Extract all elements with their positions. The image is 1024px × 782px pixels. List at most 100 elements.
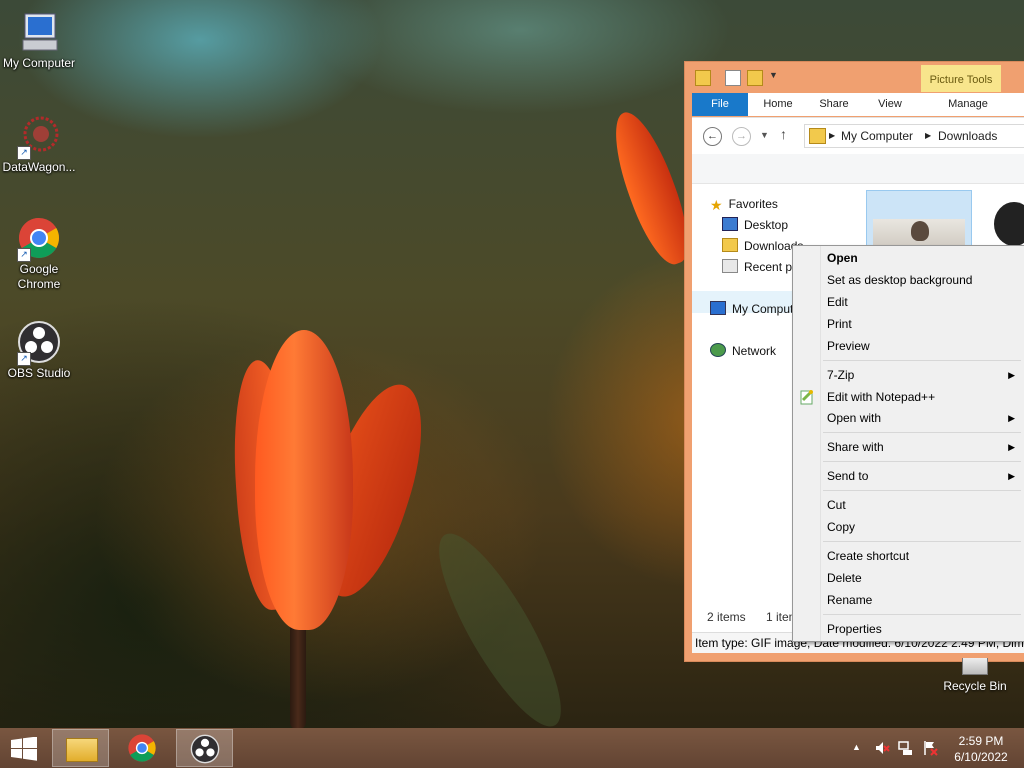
nav-label: Desktop xyxy=(744,218,789,232)
nav-network[interactable]: Network xyxy=(710,342,776,360)
menu-item-share-with[interactable]: Share with ▶ xyxy=(793,436,1024,458)
tab-home[interactable]: Home xyxy=(754,93,802,116)
taskbar-google-chrome[interactable] xyxy=(114,729,171,767)
forward-arrow-icon[interactable]: → xyxy=(732,127,751,146)
menu-label: Set as desktop background xyxy=(827,273,973,287)
nav-desktop[interactable]: Desktop xyxy=(722,216,788,234)
menu-label: Preview xyxy=(827,339,870,353)
folder-icon xyxy=(809,128,826,144)
computer-icon xyxy=(17,10,61,54)
new-folder-icon[interactable] xyxy=(747,70,763,86)
chrome-icon xyxy=(128,734,156,762)
breadcrumb-separator-icon: ▶ xyxy=(925,131,932,140)
shortcut-arrow-icon: ↗ xyxy=(17,248,31,262)
desktop-icon-label: Recycle Bin xyxy=(943,679,1007,693)
notepad-plus-plus-icon xyxy=(799,389,815,405)
menu-item-open-with[interactable]: Open with ▶ xyxy=(793,407,1024,429)
menu-item-copy[interactable]: Copy xyxy=(793,516,1024,538)
nav-label: Network xyxy=(732,344,777,358)
start-button[interactable] xyxy=(10,736,38,761)
taskbar-file-explorer[interactable] xyxy=(52,729,109,767)
menu-item-edit-notepad-plus-plus[interactable]: Edit with Notepad++ xyxy=(793,386,1024,408)
menu-item-open[interactable]: Open xyxy=(793,247,1024,269)
menu-separator xyxy=(823,614,1021,615)
item-count: 2 items xyxy=(707,610,746,624)
back-arrow-icon[interactable]: ← xyxy=(703,127,722,146)
taskbar-obs-studio[interactable] xyxy=(176,729,233,767)
shortcut-arrow-icon: ↗ xyxy=(17,352,31,366)
action-center-flag-icon[interactable] xyxy=(922,740,938,756)
chevron-down-icon[interactable]: ▼ xyxy=(769,70,783,84)
address-row: ← → ▼ ↑ ▶ My Computer ▶ Downloads xyxy=(692,117,1024,154)
shortcut-arrow-icon: ↗ xyxy=(17,146,31,160)
nav-label: Favorites xyxy=(728,197,778,211)
menu-separator xyxy=(823,360,1021,361)
menu-label: Edit xyxy=(827,295,848,309)
network-icon xyxy=(710,343,726,357)
menu-separator xyxy=(823,541,1021,542)
breadcrumb-separator-icon: ▶ xyxy=(829,131,836,140)
desktop-icon-label: Google Chrome xyxy=(17,262,61,291)
desktop-icon-obs-studio[interactable]: ↗ OBS Studio xyxy=(1,320,77,381)
command-bar xyxy=(692,154,1024,184)
picture-tools-tab: Picture Tools xyxy=(921,65,1001,92)
properties-icon[interactable] xyxy=(725,70,741,86)
desktop-icon-label: My Computer xyxy=(2,56,76,70)
tab-manage[interactable]: Manage xyxy=(928,93,1008,116)
menu-label: Properties xyxy=(827,622,882,636)
context-menu: Open Set as desktop background Edit Prin… xyxy=(792,245,1024,642)
desktop-icon-label: OBS Studio xyxy=(7,366,71,380)
desktop-icon-my-computer[interactable]: My Computer xyxy=(1,10,77,71)
submenu-arrow-icon: ▶ xyxy=(1008,370,1015,380)
menu-item-print[interactable]: Print xyxy=(793,313,1024,335)
recent-locations-icon[interactable]: ▼ xyxy=(760,130,769,140)
desktop-icon-datawagon[interactable]: ↗ DataWagon... xyxy=(1,114,77,175)
menu-item-cut[interactable]: Cut xyxy=(793,494,1024,516)
menu-separator xyxy=(823,461,1021,462)
network-icon[interactable] xyxy=(898,740,914,756)
system-clock[interactable]: 2:59 PM 6/10/2022 xyxy=(950,733,1012,765)
desktop-icon-google-chrome[interactable]: ↗ Google Chrome xyxy=(1,216,77,292)
downloads-folder-icon xyxy=(722,238,738,252)
menu-item-preview[interactable]: Preview xyxy=(793,335,1024,357)
star-icon: ★ xyxy=(710,197,723,213)
taskbar: ▲ 2:59 PM 6/10/2022 xyxy=(0,728,1024,768)
menu-item-rename[interactable]: Rename xyxy=(793,589,1024,611)
menu-item-7zip[interactable]: 7-Zip ▶ xyxy=(793,364,1024,386)
nav-my-computer[interactable]: My Computer xyxy=(710,300,804,318)
desktop-icon-recycle-bin[interactable]: Recycle Bin xyxy=(940,658,1010,693)
up-arrow-icon[interactable]: ↑ xyxy=(780,126,787,142)
menu-item-edit[interactable]: Edit xyxy=(793,291,1024,313)
menu-label: Print xyxy=(827,317,852,331)
wallpaper-leaf xyxy=(419,519,581,728)
menu-item-create-shortcut[interactable]: Create shortcut xyxy=(793,545,1024,567)
menu-label: Share with xyxy=(827,440,884,454)
address-bar[interactable]: ▶ My Computer ▶ Downloads xyxy=(804,124,1024,148)
menu-item-send-to[interactable]: Send to ▶ xyxy=(793,465,1024,487)
breadcrumb-downloads[interactable]: Downloads xyxy=(938,129,997,143)
menu-item-delete[interactable]: Delete xyxy=(793,567,1024,589)
obs-file-thumbnail[interactable] xyxy=(994,202,1024,246)
submenu-arrow-icon: ▶ xyxy=(1008,442,1015,452)
desktop-icon xyxy=(722,217,738,231)
volume-muted-icon[interactable] xyxy=(874,740,890,756)
clock-date: 6/10/2022 xyxy=(954,750,1008,764)
tab-share[interactable]: Share xyxy=(810,93,858,116)
menu-item-set-desktop-background[interactable]: Set as desktop background xyxy=(793,269,1024,291)
recent-places-icon xyxy=(722,259,738,273)
tab-view[interactable]: View xyxy=(866,93,914,116)
folder-icon xyxy=(695,70,711,86)
selected-file-thumbnail[interactable] xyxy=(866,190,972,250)
wallpaper-tulip-stem xyxy=(290,620,306,728)
menu-label: Cut xyxy=(827,498,846,512)
menu-item-properties[interactable]: Properties xyxy=(793,618,1024,640)
wallpaper-tulip-petal xyxy=(255,330,353,630)
tab-file[interactable]: File xyxy=(692,93,748,116)
menu-separator xyxy=(823,432,1021,433)
breadcrumb-my-computer[interactable]: My Computer xyxy=(841,129,913,143)
nav-favorites[interactable]: ★ Favorites xyxy=(710,195,778,213)
datawagon-icon: ↗ xyxy=(17,114,61,160)
folder-icon xyxy=(66,738,98,762)
recycle-bin-icon xyxy=(962,658,988,675)
show-hidden-icons-chevron-icon[interactable]: ▲ xyxy=(852,742,861,782)
